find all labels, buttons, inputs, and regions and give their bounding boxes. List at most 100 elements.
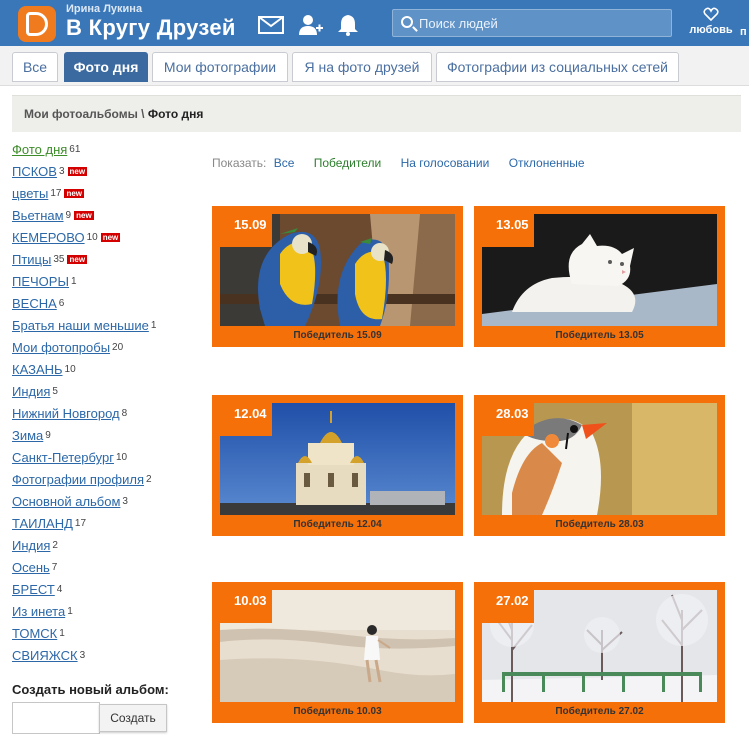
album-count: 3: [79, 650, 86, 661]
album-link[interactable]: Индия: [12, 538, 50, 553]
album-link[interactable]: КАЗАНЬ: [12, 362, 63, 377]
heart-icon: [703, 7, 719, 22]
album-count: 1: [59, 628, 65, 639]
filter-all[interactable]: Все: [274, 156, 295, 170]
album-item: Из инета 1: [12, 604, 202, 626]
tab-friends-photos[interactable]: Я на фото друзей: [292, 52, 432, 82]
photo-card[interactable]: 15.09 Победитель 15.09: [212, 206, 463, 347]
breadcrumb-separator: \: [137, 107, 148, 121]
album-link[interactable]: Санкт-Петербург: [12, 450, 114, 465]
album-count: 3: [122, 496, 128, 507]
album-link[interactable]: ВЕСНА: [12, 296, 57, 311]
photo-caption[interactable]: Победитель 15.09: [212, 326, 463, 346]
photo-date: 13.05: [482, 214, 534, 247]
truncated-link[interactable]: п: [740, 26, 747, 38]
album-list: Фото дня 61 ПСКОВ 3 new цветы 17 new Вьетнам 9 new…: [12, 142, 202, 670]
album-item: ПЕЧОРЫ 1: [12, 274, 202, 296]
photo-caption[interactable]: Победитель 13.05: [474, 326, 725, 346]
new-badge: new: [67, 255, 88, 264]
album-count: 10: [64, 364, 76, 375]
add-friend-icon[interactable]: [298, 13, 324, 37]
mail-icon[interactable]: [258, 16, 284, 34]
search-input[interactable]: [419, 14, 659, 32]
album-link[interactable]: КЕМЕРОВО: [12, 230, 85, 245]
album-link[interactable]: Фотографии профиля: [12, 472, 144, 487]
album-link[interactable]: Осень: [12, 560, 50, 575]
album-item: Мои фотопробы 20: [12, 340, 202, 362]
breadcrumb-root[interactable]: Мои фотоальбомы: [24, 107, 138, 121]
love-link[interactable]: любовь: [686, 6, 736, 36]
photo-finch-bird[interactable]: 28.03: [482, 403, 717, 515]
new-album-input[interactable]: [12, 702, 100, 734]
album-link[interactable]: Братья наши меньшие: [12, 318, 149, 333]
album-link[interactable]: БРЕСТ: [12, 582, 55, 597]
search-box[interactable]: [392, 9, 672, 37]
breadcrumb-current: Фото дня: [147, 107, 204, 121]
album-link[interactable]: Из инета: [12, 604, 65, 619]
photo-caption[interactable]: Победитель 28.03: [474, 515, 725, 535]
photo-child-on-beach[interactable]: 10.03: [220, 590, 455, 702]
photo-date: 15.09: [220, 214, 272, 247]
album-item: Санкт-Петербург 10: [12, 450, 202, 472]
album-link[interactable]: ТОМСК: [12, 626, 57, 641]
album-link[interactable]: СВИЯЖСК: [12, 648, 78, 663]
photo-parrots[interactable]: 15.09: [220, 214, 455, 326]
bell-icon[interactable]: [336, 13, 360, 37]
photo-white-cat[interactable]: 13.05: [482, 214, 717, 326]
top-bar: Ирина Лукина В Кругу Друзей любовь п: [0, 0, 749, 46]
album-link[interactable]: ПСКОВ: [12, 164, 57, 179]
album-link[interactable]: Птицы: [12, 252, 51, 267]
photo-card[interactable]: 13.05 Победитель 13.05: [474, 206, 725, 347]
filter-rejected[interactable]: Отклоненные: [509, 156, 585, 170]
filter-label: Показать:: [212, 156, 267, 170]
photo-caption[interactable]: Победитель 27.02: [474, 702, 725, 722]
album-item: ПСКОВ 3 new: [12, 164, 202, 186]
album-item: ТОМСК 1: [12, 626, 202, 648]
album-item: Зима 9: [12, 428, 202, 450]
search-icon: [401, 16, 413, 28]
photo-caption[interactable]: Победитель 12.04: [212, 515, 463, 535]
album-item: Братья наши меньшие 1: [12, 318, 202, 340]
tab-all[interactable]: Все: [12, 52, 58, 82]
filter-voting[interactable]: На голосовании: [401, 156, 490, 170]
photo-tabs: Все Фото дня Мои фотографии Я на фото др…: [0, 46, 749, 86]
album-count: 10: [86, 232, 98, 243]
photo-snowy-park[interactable]: 27.02: [482, 590, 717, 702]
logo-icon[interactable]: [18, 6, 56, 42]
album-item: Фотографии профиля 2: [12, 472, 202, 494]
brand-title[interactable]: В Кругу Друзей: [66, 15, 236, 41]
album-link[interactable]: Вьетнам: [12, 208, 64, 223]
album-link[interactable]: Фото дня: [12, 142, 67, 157]
album-link[interactable]: Нижний Новгород: [12, 406, 120, 421]
user-name[interactable]: Ирина Лукина: [66, 3, 142, 15]
album-count: 10: [115, 452, 128, 463]
album-count: 4: [56, 584, 63, 595]
tab-my-photos[interactable]: Мои фотографии: [152, 52, 288, 82]
new-badge: new: [67, 167, 88, 176]
photo-cathedral[interactable]: 12.04: [220, 403, 455, 515]
album-link[interactable]: ТАИЛАНД: [12, 516, 73, 531]
new-badge: new: [100, 233, 121, 242]
new-badge: new: [64, 189, 84, 198]
photo-card[interactable]: 10.03 Победитель 10.03: [212, 582, 463, 723]
album-link[interactable]: цветы: [12, 186, 48, 201]
tab-social-photos[interactable]: Фотографии из социальных сетей: [436, 52, 679, 82]
create-album-button[interactable]: Создать: [99, 704, 167, 732]
album-item: КЕМЕРОВО 10 new: [12, 230, 202, 252]
new-album-label: Создать новый альбом:: [12, 682, 169, 697]
album-count: 3: [58, 166, 65, 177]
album-link[interactable]: Зима: [12, 428, 43, 443]
filter-winners[interactable]: Победители: [314, 156, 382, 170]
new-badge: new: [74, 211, 94, 220]
album-link[interactable]: ПЕЧОРЫ: [12, 274, 69, 289]
album-link[interactable]: Индия: [12, 384, 50, 399]
album-link[interactable]: Мои фотопробы: [12, 340, 110, 355]
photo-caption[interactable]: Победитель 10.03: [212, 702, 463, 722]
photo-card[interactable]: 27.02 Победитель 27.02: [474, 582, 725, 723]
photo-card[interactable]: 12.04 Победитель 12.04: [212, 395, 463, 536]
album-item: ТАИЛАНД 17: [12, 516, 202, 538]
album-count: 20: [112, 342, 124, 353]
photo-card[interactable]: 28.03 Победитель 28.03: [474, 395, 725, 536]
tab-photo-of-day[interactable]: Фото дня: [64, 52, 148, 82]
album-link[interactable]: Основной альбом: [12, 494, 120, 509]
